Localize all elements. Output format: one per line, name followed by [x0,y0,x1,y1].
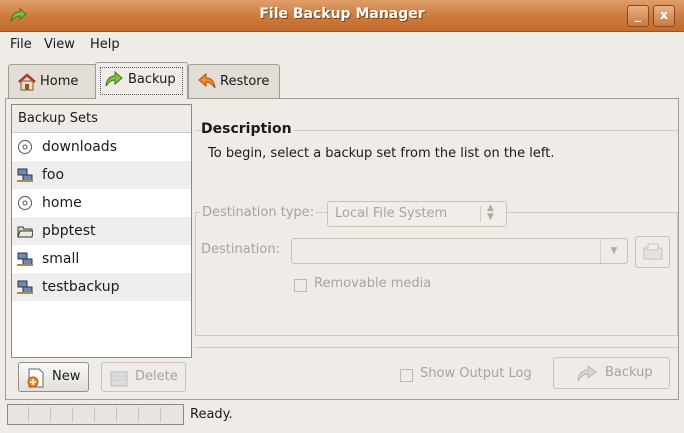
show-output-log-checkbox[interactable] [400,369,413,382]
progress-segment [160,407,161,422]
spin-arrows-icon: ▲ ▼ [487,203,494,222]
list-item-label: small [42,251,80,267]
main-window: File Backup Manager _ x File View Help H… [0,0,684,433]
destination-type-label: Destination type: [200,205,317,220]
menu-file[interactable]: File [10,37,32,52]
menu-help[interactable]: Help [90,37,120,52]
progress-segment [94,407,95,422]
delete-button-label: Delete [135,369,178,384]
destination-label: Destination: [201,242,280,257]
destination-combo[interactable]: ▼ [291,238,628,264]
disc-icon [18,196,32,210]
tab-backup-label: Backup [128,72,176,87]
status-text: Ready. [190,407,233,422]
network-icon [17,252,33,266]
divider [195,347,678,348]
list-item-label: pbptest [42,223,96,239]
close-icon: x [660,8,668,22]
minimize-icon: _ [635,8,641,22]
folder-icon [17,226,33,238]
network-icon [17,168,33,182]
progress-segment [28,407,29,422]
list-item-label: home [42,195,82,211]
disc-icon [18,140,32,154]
list-item-label: foo [42,167,65,183]
show-output-log-label: Show Output Log [420,366,532,381]
combo-separator [480,206,481,222]
backup-arrow-icon [577,365,597,382]
new-document-icon [27,368,44,388]
new-button[interactable]: New [18,362,89,392]
list-item[interactable]: testbackup [12,273,191,301]
list-item-label: testbackup [42,279,120,295]
delete-button[interactable]: Delete [101,362,186,392]
menu-bar: File View Help [0,32,684,58]
tab-home[interactable]: Home [8,64,97,98]
minimize-button[interactable]: _ [627,5,649,27]
progress-segment [50,407,51,422]
removable-media-checkbox[interactable] [294,279,307,292]
backup-button-label: Backup [605,365,653,380]
browse-button[interactable] [635,236,670,268]
title-bar[interactable]: File Backup Manager _ x [0,0,684,32]
removable-media-label: Removable media [314,276,432,291]
destination-frame [195,212,678,336]
backup-button[interactable]: Backup [553,357,670,389]
menu-view[interactable]: View [44,37,75,52]
list-item[interactable]: pbptest [12,217,191,245]
tab-backup[interactable]: Backup [95,62,188,99]
close-button[interactable]: x [653,5,675,27]
network-icon [17,280,33,294]
chevron-down-icon[interactable]: ▼ [600,239,627,263]
progress-segment [116,407,117,422]
backup-arrow-icon [105,70,123,87]
list-item[interactable]: small [12,245,191,273]
new-button-label: New [52,369,81,384]
window-title: File Backup Manager [259,6,425,22]
list-column-header[interactable]: Backup Sets [12,105,191,133]
tab-restore-label: Restore [220,74,270,89]
browse-icon [643,243,663,260]
progress-bar [7,404,184,425]
backup-sets-list[interactable]: Backup Sets downloads foo home pbptest s… [11,104,192,358]
description-text: To begin, select a backup set from the l… [208,146,555,161]
tab-restore[interactable]: Restore [188,64,280,98]
delete-icon [110,371,128,387]
destination-type-value: Local File System [335,206,448,221]
home-icon [18,73,36,91]
description-title: Description [201,121,294,137]
progress-segment [72,407,73,422]
list-item[interactable]: home [12,189,191,217]
list-item[interactable]: downloads [12,133,191,161]
list-item-label: downloads [42,139,117,155]
list-item[interactable]: foo [12,161,191,189]
restore-arrow-icon [198,72,216,89]
progress-segment [138,407,139,422]
destination-type-combo[interactable]: Local File System ▲ ▼ [327,201,507,227]
tab-home-label: Home [40,74,79,89]
